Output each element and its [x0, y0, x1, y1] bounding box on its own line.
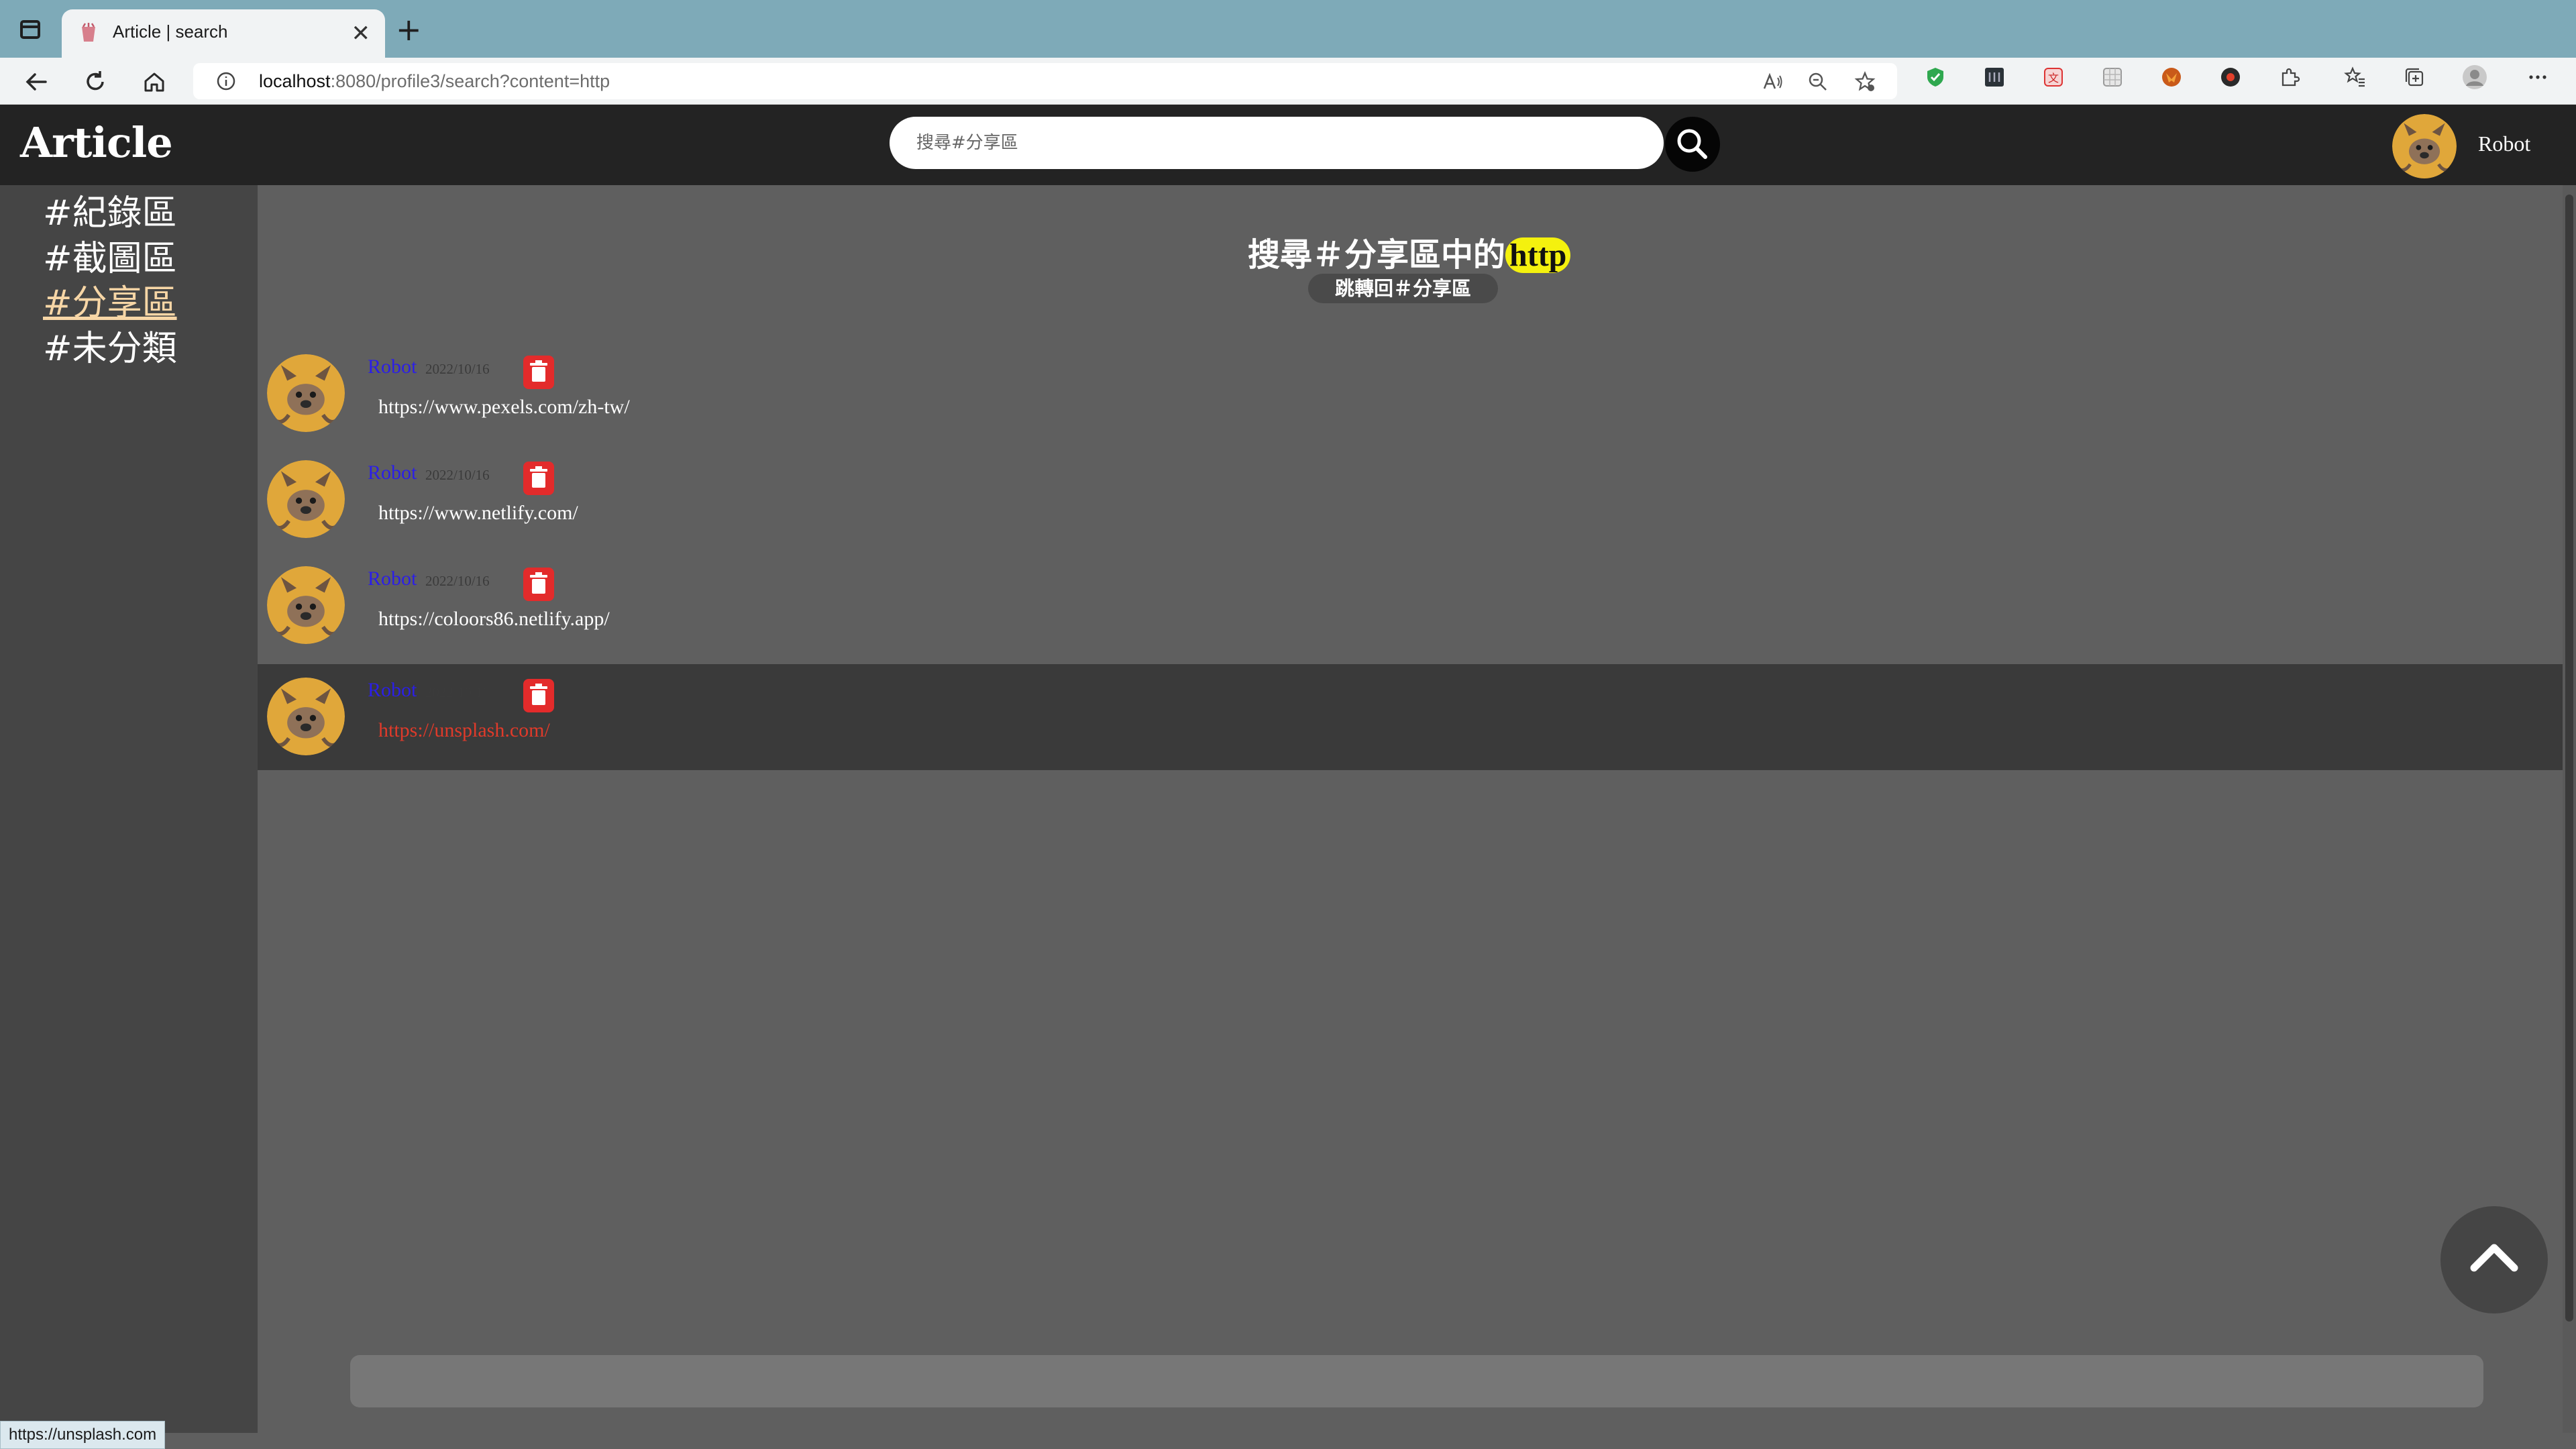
search-box	[890, 117, 1664, 169]
tab-close-icon[interactable]: ✕	[352, 20, 371, 47]
sidebar-toggle-icon[interactable]	[20, 20, 40, 39]
read-aloud-icon[interactable]	[1762, 71, 1783, 93]
dog-avatar-icon	[267, 566, 345, 644]
post-content-link[interactable]: https://coloors86.netlify.app/	[378, 608, 610, 631]
post-date: 2022/10/16	[425, 361, 490, 377]
search-icon	[1677, 129, 1707, 159]
sidebar-item-screenshots[interactable]: #截圖區	[43, 239, 177, 279]
heading-prefix: 搜尋＃分享區中的	[1248, 236, 1506, 274]
post-item: Robot 2022/10/16 https://www.netlify.com…	[258, 447, 2563, 553]
extensions-puzzle-icon[interactable]	[2278, 66, 2301, 89]
url-path: :8080/profile3/search?content=http	[330, 71, 610, 91]
fox-extension-icon[interactable]	[2160, 66, 2183, 89]
sidebar-item-records[interactable]: #紀錄區	[43, 193, 177, 233]
trash-icon	[530, 572, 547, 594]
post-content-link[interactable]: https://www.pexels.com/zh-tw/	[378, 396, 630, 419]
tab-favicon-icon	[82, 23, 95, 42]
post-content-link[interactable]: https://www.netlify.com/	[378, 502, 578, 525]
bottom-input-bar[interactable]	[350, 1355, 2483, 1407]
app-header: Article Robot	[0, 105, 2576, 185]
browser-tab-strip: Article | search ✕ +	[0, 0, 2576, 58]
dog-avatar-icon	[267, 678, 345, 755]
trash-icon	[530, 360, 547, 382]
site-info-icon[interactable]	[216, 71, 236, 91]
delete-post-button[interactable]	[523, 568, 554, 601]
trash-icon	[530, 466, 547, 488]
status-bar-url: https://unsplash.com	[0, 1421, 166, 1449]
post-author-link[interactable]: Robot	[368, 462, 417, 484]
trash-icon	[530, 684, 547, 705]
favorites-icon[interactable]	[2344, 66, 2367, 89]
post-item: Robot 2022/10/16 https://unsplash.com/	[258, 664, 2563, 770]
chevron-up-icon	[2470, 1244, 2518, 1272]
post-avatar[interactable]	[267, 354, 345, 432]
dog-avatar-icon	[267, 354, 345, 432]
header-username[interactable]: Robot	[2478, 131, 2530, 156]
post-avatar[interactable]	[267, 460, 345, 538]
post-item: Robot 2022/10/16 https://www.pexels.com/…	[258, 341, 2563, 447]
sidebar-item-share[interactable]: #分享區	[43, 283, 177, 323]
post-avatar[interactable]	[267, 678, 345, 755]
category-sidebar: #紀錄區 #截圖區 #分享區 #未分類	[0, 185, 258, 1433]
post-item: Robot 2022/10/16 https://coloors86.netli…	[258, 553, 2563, 659]
dog-avatar-icon	[2392, 114, 2457, 178]
sidebar-item-uncategorized[interactable]: #未分類	[43, 329, 177, 369]
shield-extension-icon[interactable]	[1924, 66, 1947, 89]
dog-avatar-icon	[267, 460, 345, 538]
more-menu-icon[interactable]	[2526, 66, 2549, 89]
delete-post-button[interactable]	[523, 356, 554, 389]
profile-avatar-icon[interactable]	[2462, 64, 2487, 90]
browser-tab[interactable]: Article | search ✕	[62, 9, 385, 58]
translate-extension-icon[interactable]: 文	[2042, 66, 2065, 89]
collections-icon[interactable]	[2403, 66, 2426, 89]
address-url[interactable]: localhost:8080/profile3/search?content=h…	[259, 71, 610, 92]
post-author-link[interactable]: Robot	[368, 679, 417, 702]
svg-text:文: 文	[2048, 72, 2059, 85]
scrollbar-thumb[interactable]	[2565, 195, 2573, 1322]
search-result-heading: 搜尋＃分享區中的 http	[1248, 228, 1571, 275]
delete-post-button[interactable]	[523, 462, 554, 495]
url-host: localhost	[259, 71, 331, 91]
delete-post-button[interactable]	[523, 679, 554, 712]
new-tab-button[interactable]: +	[396, 13, 422, 46]
grid-extension-icon[interactable]	[2101, 66, 2124, 89]
post-author-link[interactable]: Robot	[368, 568, 417, 590]
back-to-share-button[interactable]: 跳轉回＃分享區	[1308, 274, 1499, 303]
add-favorite-icon[interactable]	[1854, 71, 1876, 93]
dark-extension-icon[interactable]	[1983, 66, 2006, 89]
scroll-to-top-button[interactable]	[2440, 1206, 2548, 1313]
zoom-out-icon[interactable]	[1807, 71, 1829, 93]
brand-logo[interactable]: Article	[20, 118, 173, 167]
reload-icon[interactable]	[82, 68, 109, 95]
user-avatar[interactable]	[2392, 114, 2457, 178]
post-author-link[interactable]: Robot	[368, 356, 417, 378]
browser-toolbar: localhost:8080/profile3/search?content=h…	[0, 58, 2576, 105]
address-bar[interactable]: localhost:8080/profile3/search?content=h…	[193, 63, 1897, 99]
search-input[interactable]	[916, 130, 1627, 156]
post-content-link[interactable]: https://unsplash.com/	[378, 719, 550, 742]
search-term-highlight: http	[1505, 237, 1571, 273]
post-avatar[interactable]	[267, 566, 345, 644]
post-date: 2022/10/16	[425, 684, 490, 700]
record-extension-icon[interactable]	[2219, 66, 2242, 89]
tab-title: Article | search	[113, 21, 228, 42]
home-icon[interactable]	[141, 68, 168, 95]
post-date: 2022/10/16	[425, 467, 490, 483]
back-arrow-icon[interactable]	[23, 68, 50, 95]
post-date: 2022/10/16	[425, 573, 490, 589]
search-button[interactable]	[1665, 117, 1720, 172]
